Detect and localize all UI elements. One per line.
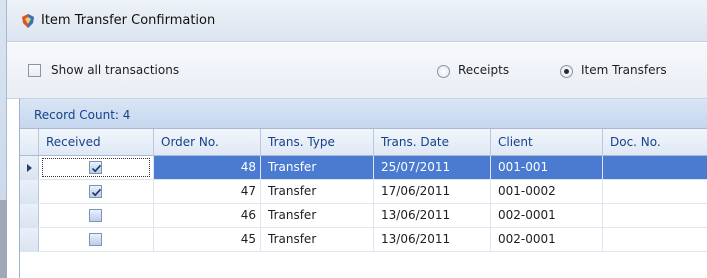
column-header-received[interactable]: Received — [39, 129, 154, 156]
table-row[interactable]: 48 Transfer 25/07/2011 001-001 — [20, 156, 707, 180]
received-checkbox[interactable] — [89, 209, 102, 222]
client-cell[interactable]: 001-0002 — [491, 180, 603, 203]
receipts-label[interactable]: Receipts — [458, 63, 509, 77]
order-no-cell[interactable]: 46 — [154, 204, 261, 227]
column-header-trans-date[interactable]: Trans. Date — [374, 129, 491, 156]
table-row[interactable]: 47 Transfer 17/06/2011 001-0002 — [20, 180, 707, 204]
table-row[interactable]: 46 Transfer 13/06/2011 002-0001 — [20, 204, 707, 228]
received-checkbox[interactable] — [89, 161, 102, 174]
item-transfers-radio[interactable] — [560, 65, 573, 78]
client-cell[interactable]: 002-0001 — [491, 204, 603, 227]
doc-no-cell[interactable] — [603, 228, 707, 251]
doc-no-cell[interactable] — [603, 204, 707, 227]
column-header-client[interactable]: Client — [491, 129, 603, 156]
checkmark-icon — [91, 188, 102, 197]
received-cell[interactable] — [39, 156, 154, 179]
doc-no-cell[interactable] — [603, 156, 707, 179]
row-indicator[interactable] — [20, 228, 39, 251]
group-panel: Record Count: 4 — [20, 99, 707, 129]
row-indicator[interactable] — [20, 180, 39, 203]
checkmark-icon — [91, 164, 102, 173]
received-checkbox[interactable] — [89, 185, 102, 198]
order-no-cell[interactable]: 48 — [154, 156, 261, 179]
current-row-arrow-icon — [27, 164, 32, 172]
trans-date-cell[interactable]: 13/06/2011 — [374, 204, 491, 227]
transfer-confirmation-window: Item Transfer Confirmation Show all tran… — [0, 0, 707, 278]
received-checkbox[interactable] — [89, 233, 102, 246]
show-all-checkbox[interactable] — [28, 64, 41, 77]
column-header-doc-no[interactable]: Doc. No. — [603, 129, 707, 156]
trans-date-cell[interactable]: 13/06/2011 — [374, 228, 491, 251]
trans-type-cell[interactable]: Transfer — [261, 204, 374, 227]
trans-type-cell[interactable]: Transfer — [261, 180, 374, 203]
row-indicator[interactable] — [20, 204, 39, 227]
window-left-border — [0, 0, 7, 278]
doc-no-cell[interactable] — [603, 180, 707, 203]
column-header-order-no[interactable]: Order No. — [154, 129, 261, 156]
order-no-cell[interactable]: 45 — [154, 228, 261, 251]
show-all-label[interactable]: Show all transactions — [51, 63, 179, 77]
received-cell[interactable] — [39, 204, 154, 227]
app-shield-icon — [22, 14, 34, 28]
client-cell[interactable]: 002-0001 — [491, 228, 603, 251]
trans-type-cell[interactable]: Transfer — [261, 228, 374, 251]
row-indicator[interactable] — [20, 156, 39, 179]
options-bar: Show all transactions Receipts Item Tran… — [7, 43, 707, 99]
trans-date-cell[interactable]: 17/06/2011 — [374, 180, 491, 203]
title-bar[interactable]: Item Transfer Confirmation — [7, 0, 707, 42]
table-row[interactable]: 45 Transfer 13/06/2011 002-0001 — [20, 228, 707, 252]
trans-type-cell[interactable]: Transfer — [261, 156, 374, 179]
received-cell[interactable] — [39, 228, 154, 251]
column-header-trans-type[interactable]: Trans. Type — [261, 129, 374, 156]
item-transfers-label[interactable]: Item Transfers — [581, 63, 667, 77]
record-count: Record Count: 4 — [34, 108, 131, 122]
order-no-cell[interactable]: 47 — [154, 180, 261, 203]
transactions-grid: Record Count: 4 Received Order No. Trans… — [19, 99, 707, 278]
received-cell[interactable] — [39, 180, 154, 203]
receipts-radio[interactable] — [437, 65, 450, 78]
window-title: Item Transfer Confirmation — [41, 13, 216, 28]
header-indicator — [20, 129, 39, 156]
client-cell[interactable]: 001-001 — [491, 156, 603, 179]
trans-date-cell[interactable]: 25/07/2011 — [374, 156, 491, 179]
grid-header: Received Order No. Trans. Type Trans. Da… — [20, 129, 707, 156]
